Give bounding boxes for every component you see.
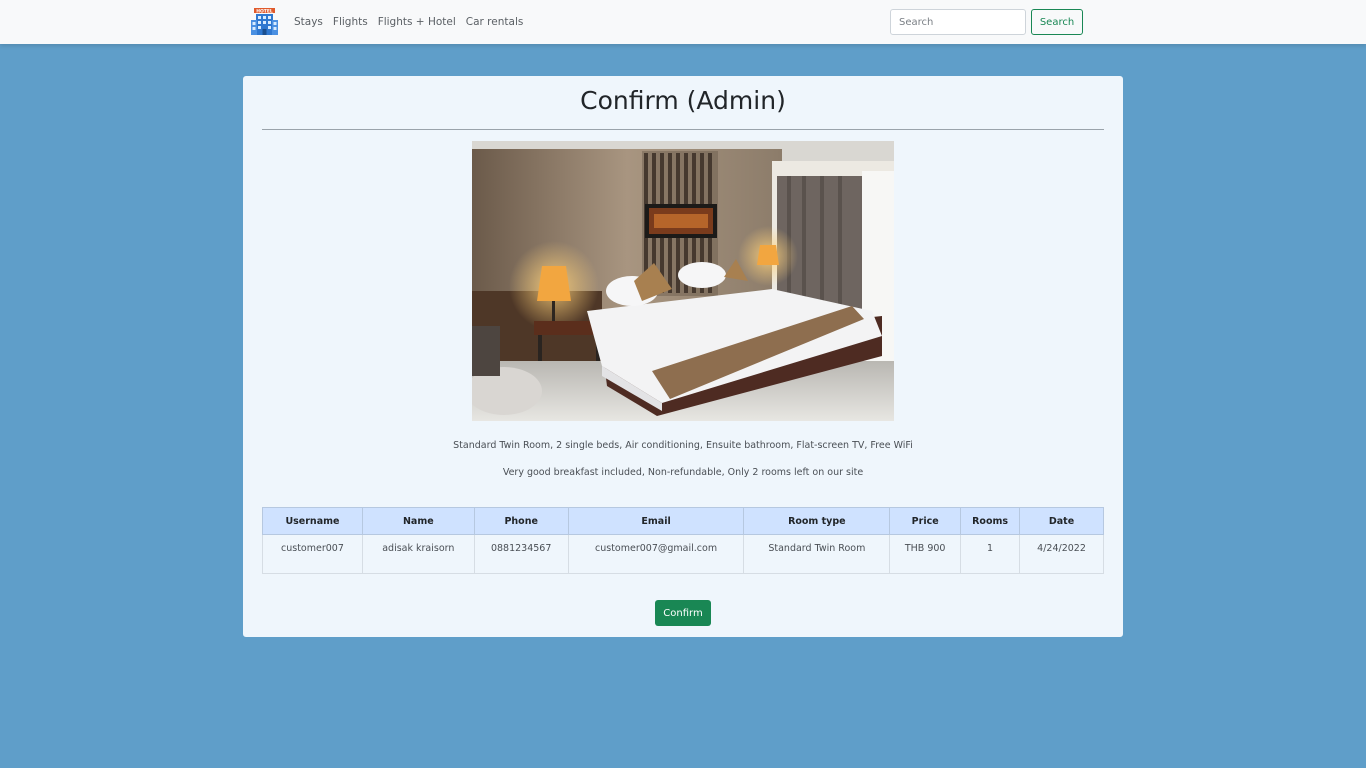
confirm-card: Confirm (Admin) Standard Twin Room, 2 si… xyxy=(243,76,1123,637)
cell-phone: 0881234567 xyxy=(473,534,569,574)
search-input[interactable] xyxy=(890,9,1026,35)
cell-room-type: Standard Twin Room xyxy=(743,534,891,574)
col-date: Date xyxy=(1019,507,1104,535)
col-price: Price xyxy=(889,507,962,535)
room-photo xyxy=(472,141,894,421)
nav-link-flights-hotel[interactable]: Flights + Hotel xyxy=(373,16,461,28)
svg-text:HOTEL: HOTEL xyxy=(256,8,273,14)
col-rooms: Rooms xyxy=(960,507,1021,535)
cell-price: THB 900 xyxy=(889,534,962,574)
cell-username: customer007 xyxy=(262,534,363,574)
room-description: Standard Twin Room, 2 single beds, Air c… xyxy=(453,440,913,451)
col-name: Name xyxy=(361,507,475,535)
hotel-logo-icon[interactable]: HOTEL xyxy=(250,8,279,35)
cell-email: customer007@gmail.com xyxy=(567,534,745,574)
nav-link-car-rentals[interactable]: Car rentals xyxy=(461,16,529,28)
cell-name: adisak kraisorn xyxy=(361,534,475,574)
table-header-row: Username Name Phone Email Room type Pric… xyxy=(262,507,1104,535)
search-button[interactable]: Search xyxy=(1031,9,1083,35)
table-row: customer007 adisak kraisorn 0881234567 c… xyxy=(262,534,1104,574)
cell-rooms: 1 xyxy=(960,534,1021,574)
col-phone: Phone xyxy=(473,507,569,535)
page-title: Confirm (Admin) xyxy=(580,86,786,115)
col-username: Username xyxy=(262,507,363,535)
nav-links: Stays Flights Flights + Hotel Car rental… xyxy=(289,0,528,44)
nav-link-flights[interactable]: Flights xyxy=(328,16,373,28)
cell-date: 4/24/2022 xyxy=(1019,534,1104,574)
booking-table: Username Name Phone Email Room type Pric… xyxy=(262,507,1104,574)
col-room-type: Room type xyxy=(743,507,891,535)
confirm-button[interactable]: Confirm xyxy=(655,600,711,626)
nav-link-stays[interactable]: Stays xyxy=(289,16,328,28)
col-email: Email xyxy=(567,507,745,535)
top-navbar: HOTEL Stays Flights Flights + Hotel Car … xyxy=(0,0,1366,44)
title-divider xyxy=(262,129,1104,130)
room-policy: Very good breakfast included, Non-refund… xyxy=(502,467,864,478)
